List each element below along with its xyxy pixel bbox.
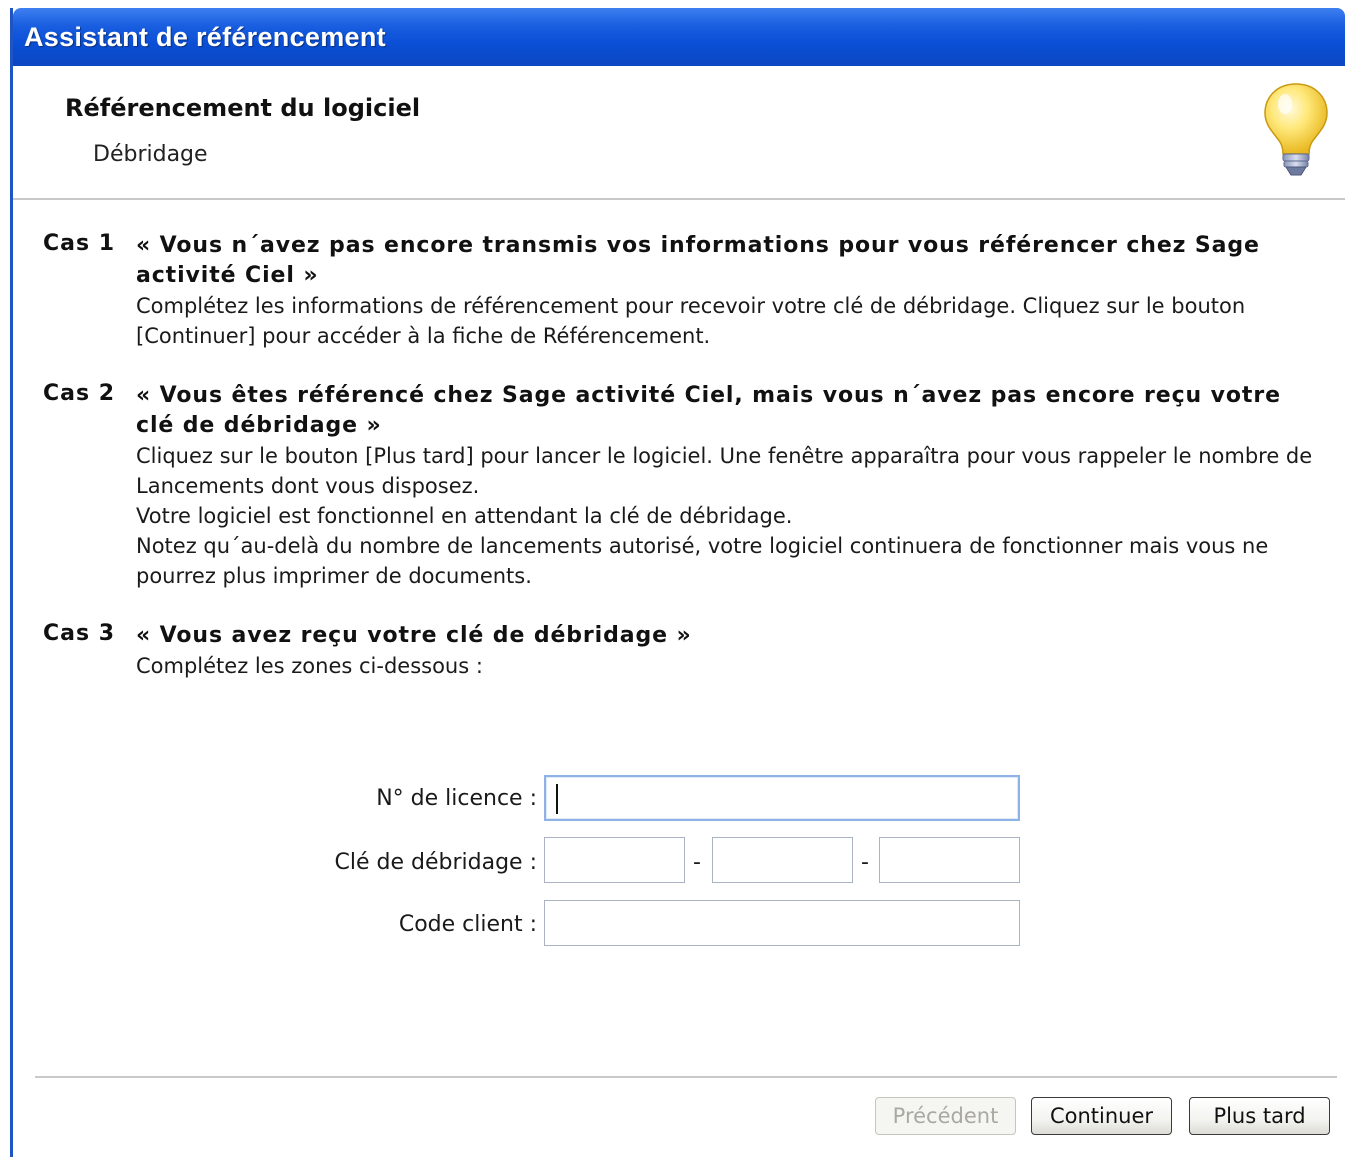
- case-text: Votre logiciel est fonctionnel en attend…: [136, 504, 793, 528]
- key-part-2-input[interactable]: [712, 837, 853, 883]
- case-text: Complétez les zones ci-dessous :: [136, 654, 483, 678]
- lightbulb-icon: [1264, 83, 1328, 176]
- licence-input[interactable]: [544, 775, 1020, 821]
- text-caret: [556, 784, 558, 814]
- case-body: « Vous n´avez pas encore transmis vos in…: [136, 231, 1325, 351]
- wizard-header: Référencement du logiciel Débridage: [13, 66, 1345, 200]
- case-label: Cas 2: [43, 381, 116, 406]
- window-title: Assistant de référencement: [24, 22, 386, 52]
- footer-divider: [35, 1076, 1337, 1078]
- wizard-window: Assistant de référencement Référencement…: [10, 8, 1345, 1157]
- previous-button[interactable]: Précédent: [875, 1097, 1016, 1135]
- case-label: Cas 1: [43, 231, 116, 256]
- key-part-3-input[interactable]: [879, 837, 1020, 883]
- key-part-1-input[interactable]: [544, 837, 685, 883]
- case-heading: « Vous avez reçu votre clé de débridage …: [136, 623, 692, 648]
- key-label: Clé de débridage :: [334, 850, 537, 875]
- page-title: Référencement du logiciel: [65, 94, 421, 122]
- case-label: Cas 3: [43, 621, 116, 646]
- key-separator: -: [693, 850, 701, 875]
- page-subtitle: Débridage: [93, 142, 208, 167]
- licence-label: N° de licence :: [376, 786, 537, 811]
- title-bar[interactable]: Assistant de référencement: [13, 8, 1345, 66]
- case-heading: « Vous n´avez pas encore transmis vos in…: [136, 233, 1260, 288]
- later-button[interactable]: Plus tard: [1189, 1097, 1330, 1135]
- case-heading: « Vous êtes référencé chez Sage activité…: [136, 383, 1281, 438]
- case-text: Cliquez sur le bouton [Plus tard] pour l…: [136, 444, 1313, 498]
- client-code-label: Code client :: [398, 912, 537, 937]
- key-separator: -: [861, 850, 869, 875]
- continue-button[interactable]: Continuer: [1031, 1097, 1172, 1135]
- client-code-input[interactable]: [544, 900, 1020, 946]
- case-text: Notez qu´au-delà du nombre de lancements…: [136, 534, 1269, 588]
- case-text: Complétez les informations de référencem…: [136, 294, 1246, 348]
- case-body: « Vous avez reçu votre clé de débridage …: [136, 621, 1325, 681]
- case-body: « Vous êtes référencé chez Sage activité…: [136, 381, 1325, 591]
